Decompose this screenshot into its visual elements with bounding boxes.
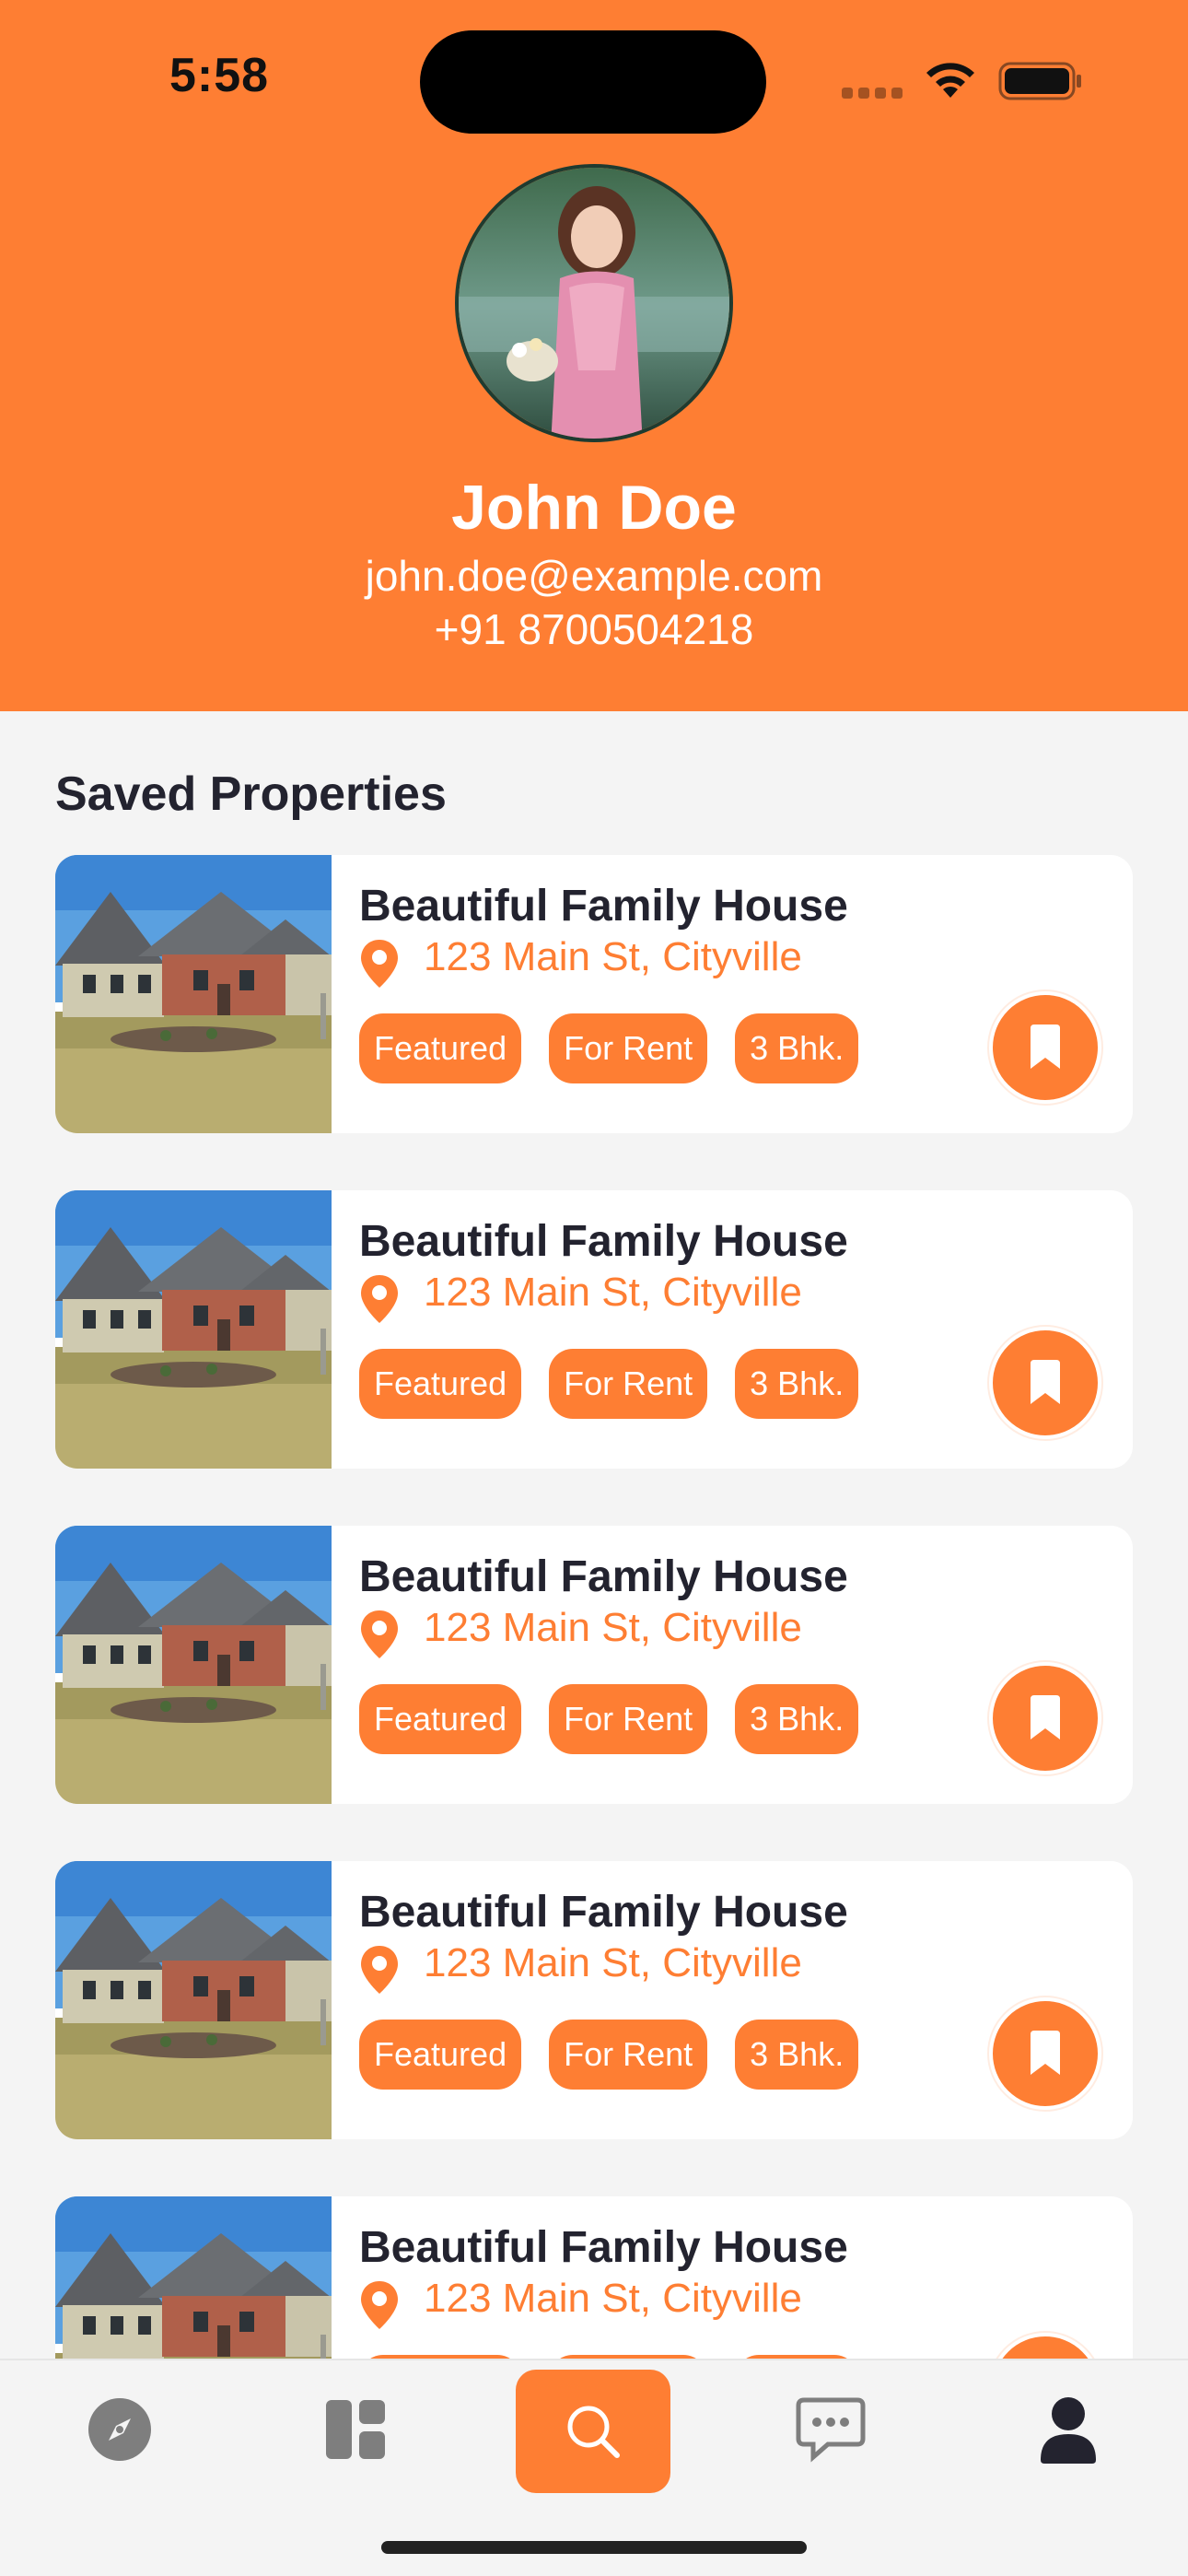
cellular-signal-icon [842,87,908,103]
profile-icon [1041,2397,1096,2464]
bookmark-button[interactable] [989,991,1101,1104]
location-pin-icon [361,1610,398,1658]
property-tag: Featured [359,1349,522,1419]
tab-dashboard[interactable] [309,2360,402,2499]
tab-profile[interactable] [1022,2360,1114,2499]
property-address: 123 Main St, Cityville [424,2276,802,2321]
property-address: 123 Main St, Cityville [424,1940,802,1985]
property-address: 123 Main St, Cityville [424,1605,802,1650]
property-card[interactable]: Beautiful Family House 123 Main St, City… [55,1190,1133,1469]
avatar[interactable] [455,164,733,442]
property-image [55,1861,332,2139]
compass-icon [88,2398,151,2461]
property-image [55,855,332,1133]
dashboard-icon [326,2400,385,2459]
property-tag: 3 Bhk. [735,1013,859,1083]
bookmark-icon [1031,2031,1060,2075]
tab-messages[interactable] [785,2360,877,2499]
property-image [55,2196,332,2359]
bookmark-icon [1031,1360,1060,1404]
property-card[interactable]: Beautiful Family House 123 Main St, City… [55,1861,1133,2139]
property-address: 123 Main St, Cityville [424,934,802,979]
property-title: Beautiful Family House [359,882,848,931]
bookmark-button[interactable] [989,1997,1101,2110]
bookmark-button[interactable] [989,1662,1101,1774]
property-tag: For Rent [549,1013,708,1083]
location-pin-icon [361,940,398,988]
property-tags: Featured For Rent 3 Bhk. [359,2020,859,2090]
tab-explore[interactable] [74,2360,166,2499]
property-tags: Featured For Rent 3 Bhk. [359,1684,859,1754]
property-title: Beautiful Family House [359,2223,848,2272]
bookmark-button[interactable] [989,1327,1101,1439]
property-tag: For Rent [549,1684,708,1754]
property-tag: Featured [359,1684,522,1754]
location-pin-icon [361,2281,398,2329]
property-tag: 3 Bhk. [735,1349,859,1419]
bookmark-icon [1031,1695,1060,1739]
property-title: Beautiful Family House [359,1552,848,1601]
property-card[interactable]: Beautiful Family House 123 Main St, City… [55,2196,1133,2359]
property-address: 123 Main St, Cityville [424,1270,802,1315]
bookmark-icon [1031,1025,1060,1069]
property-card[interactable]: Beautiful Family House 123 Main St, City… [55,1526,1133,1804]
property-title: Beautiful Family House [359,1217,848,1266]
property-tags: Featured For Rent 3 Bhk. [359,1013,859,1083]
section-title: Saved Properties [55,767,447,821]
user-email: john.doe@example.com [365,552,823,600]
property-tag: For Rent [549,2020,708,2090]
home-indicator [381,2541,807,2554]
battery-icon [998,62,1081,100]
property-image [55,1190,332,1469]
wifi-icon [926,63,974,98]
property-tag: For Rent [549,1349,708,1419]
profile-header: 5:58 John Doe john.doe@example.com +91 8… [0,0,1188,711]
chat-icon [796,2397,866,2463]
property-tags: Featured For Rent 3 Bhk. [359,1349,859,1419]
property-card[interactable]: Beautiful Family House 123 Main St, City… [55,855,1133,1133]
saved-properties-list[interactable]: Beautiful Family House 123 Main St, City… [55,855,1133,2359]
dynamic-island [420,30,766,134]
tab-search[interactable] [516,2370,670,2493]
location-pin-icon [361,1275,398,1323]
property-tag: 3 Bhk. [735,1684,859,1754]
property-tag: 3 Bhk. [735,2020,859,2090]
property-tag: Featured [359,1013,522,1083]
property-tag: Featured [359,2020,522,2090]
user-name: John Doe [451,473,737,543]
search-icon [567,2406,620,2458]
bookmark-button[interactable] [989,2333,1101,2359]
user-phone: +91 8700504218 [434,605,754,653]
status-time: 5:58 [169,49,270,102]
location-pin-icon [361,1946,398,1994]
property-image [55,1526,332,1804]
property-title: Beautiful Family House [359,1888,848,1937]
